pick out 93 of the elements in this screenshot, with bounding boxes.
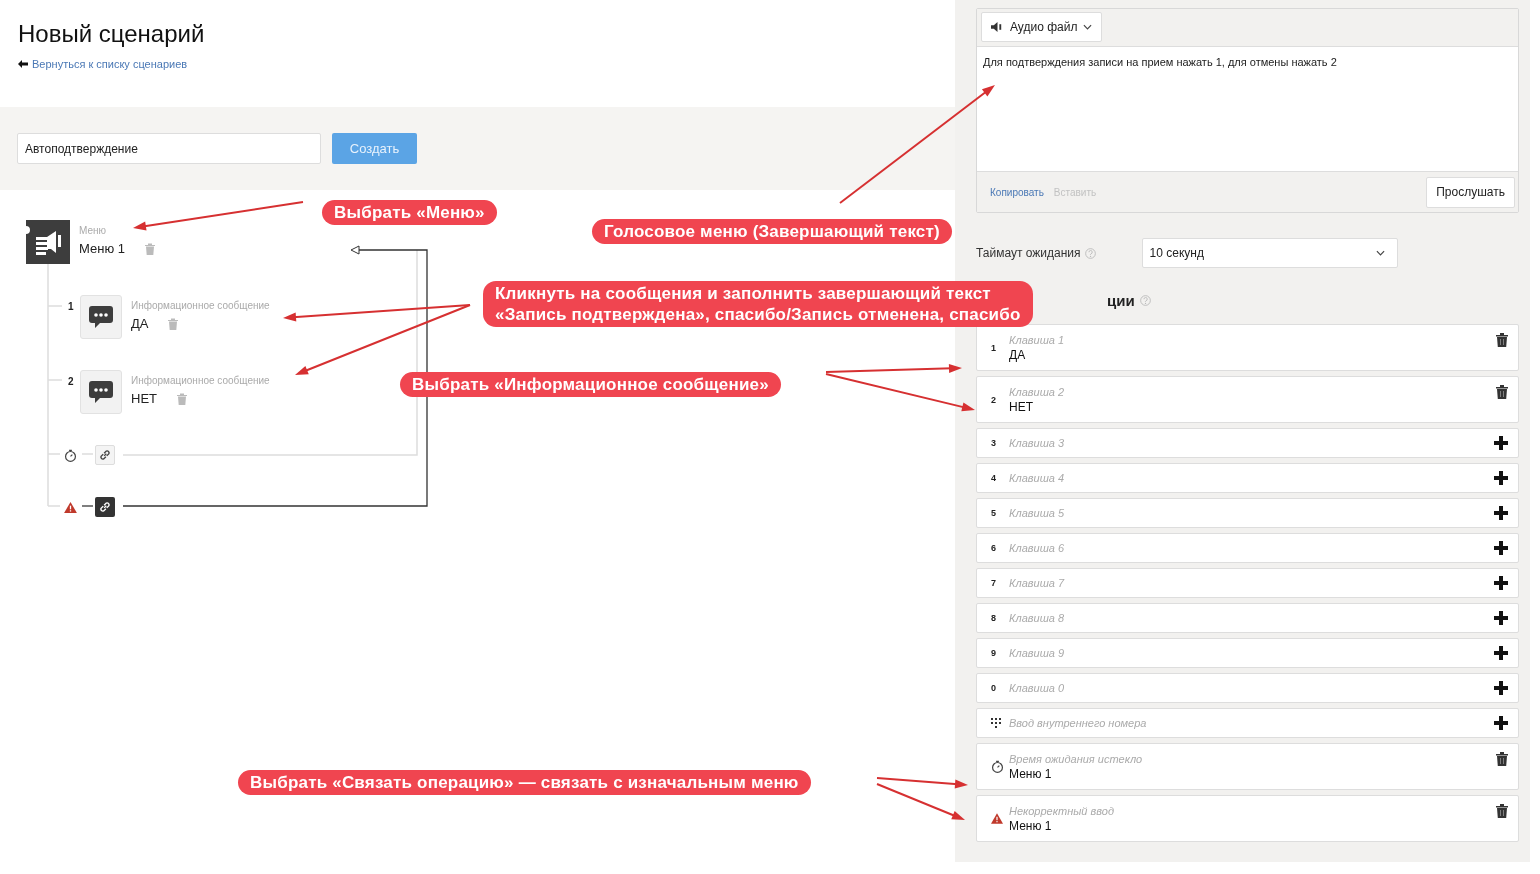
message-text-area[interactable]: Для подтверждения записи на прием нажать 1, для отмены нажать 2	[977, 47, 1518, 171]
key-label: Клавиша 9	[1009, 647, 1066, 659]
key-label: Некорректный ввод	[1009, 804, 1115, 817]
trash-icon[interactable]	[1496, 385, 1508, 399]
key-option-row[interactable]: 3 Клавиша 3	[976, 428, 1519, 458]
chevron-down-icon	[1083, 24, 1093, 30]
back-link[interactable]: Вернуться к списку сценариев	[32, 58, 188, 70]
annotation-callout: Выбрать «Меню»	[322, 200, 497, 225]
link-icon	[98, 500, 112, 514]
plus-icon[interactable]	[1494, 611, 1508, 625]
key-option-row[interactable]: Некорректный ввод Меню 1	[976, 795, 1519, 842]
annotation-callout: Выбрать «Связать операцию» — связать с изначальным меню	[238, 770, 811, 795]
warning-icon	[64, 501, 77, 513]
branch-number: 1	[67, 300, 75, 312]
stopwatch-icon	[64, 448, 77, 462]
key-label: Клавиша 4	[1009, 472, 1066, 484]
message-node[interactable]	[80, 295, 122, 339]
chat-bubble-icon	[88, 305, 114, 329]
trash-icon[interactable]	[1496, 804, 1508, 818]
link-button[interactable]	[95, 445, 115, 465]
plus-icon[interactable]	[1494, 471, 1508, 485]
key-number: 7	[991, 578, 996, 588]
keypad-icon	[991, 718, 1001, 728]
key-label: Клавиша 6	[1009, 542, 1066, 554]
key-option-row[interactable]: 8 Клавиша 8	[976, 603, 1519, 633]
scenario-name-field[interactable]: Автоподтверждение	[17, 133, 321, 164]
node-type-label: Информационное сообщение	[131, 375, 270, 386]
speaker-icon	[991, 21, 1004, 33]
key-option-row[interactable]: 6 Клавиша 6	[976, 533, 1519, 563]
plus-icon[interactable]	[1494, 506, 1508, 520]
key-label: Клавиша 2	[1009, 385, 1066, 398]
section-heading: ции	[1107, 291, 1135, 309]
branch-number: 2	[67, 375, 75, 387]
key-option-row[interactable]: Время ожидания истекло Меню 1	[976, 743, 1519, 790]
annotation-callout: Кликнуть на сообщения и заполнить завершающий текст «Запись подтверждена», спасибо/Запись отменена, спасибо	[483, 281, 1033, 327]
link-button[interactable]	[95, 497, 115, 517]
plus-icon[interactable]	[1494, 436, 1508, 450]
play-button[interactable]: Прослушать	[1426, 176, 1515, 208]
key-option-row[interactable]: 2 Клавиша 2 НЕТ	[976, 376, 1519, 423]
timeout-label: Таймаут ожидания	[976, 246, 1081, 260]
chat-bubble-icon	[88, 380, 114, 404]
warning-icon	[991, 813, 1003, 824]
key-option-row[interactable]: 0 Клавиша 0	[976, 673, 1519, 703]
menu-node-icon[interactable]	[26, 220, 70, 264]
key-number: 0	[991, 683, 996, 693]
key-label: Клавиша 1	[1009, 333, 1066, 346]
key-option-row[interactable]: 1 Клавиша 1 ДА	[976, 324, 1519, 371]
key-number: 5	[991, 508, 996, 518]
key-number: 8	[991, 613, 996, 623]
key-option-row[interactable]: 4 Клавиша 4	[976, 463, 1519, 493]
plus-icon[interactable]	[1494, 576, 1508, 590]
node-name: ДА	[131, 316, 149, 331]
source-dropdown[interactable]: Аудио файл	[981, 12, 1103, 42]
annotation-callout: Голосовое меню (Завершающий текст)	[592, 219, 952, 244]
plus-icon[interactable]	[1494, 681, 1508, 695]
key-target: Меню 1	[1009, 818, 1053, 833]
key-number: 2	[991, 394, 996, 405]
key-label: Ввод внутреннего номера	[1009, 717, 1148, 729]
key-label: Клавиша 0	[1009, 682, 1066, 694]
chevron-down-icon	[1375, 250, 1385, 256]
timeout-select[interactable]: 10 секунд	[1141, 238, 1398, 268]
node-type-label: Меню	[79, 225, 108, 236]
key-target: НЕТ	[1009, 399, 1034, 414]
key-target: Меню 1	[1009, 766, 1053, 781]
key-option-row[interactable]: 5 Клавиша 5	[976, 498, 1519, 528]
message-node[interactable]	[80, 370, 122, 414]
stopwatch-icon	[991, 760, 1004, 773]
page-title: Новый сценарий	[18, 20, 206, 48]
key-option-row[interactable]: 9 Клавиша 9	[976, 638, 1519, 668]
annotation-callout: Выбрать «Информационное сообщение»	[400, 372, 781, 397]
plus-icon[interactable]	[1494, 541, 1508, 555]
key-label: Клавиша 5	[1009, 507, 1066, 519]
key-option-row[interactable]: 7 Клавиша 7	[976, 568, 1519, 598]
key-label: Клавиша 8	[1009, 612, 1066, 624]
plus-icon[interactable]	[1494, 716, 1508, 730]
node-name: НЕТ	[131, 391, 157, 406]
key-label: Время ожидания истекло	[1009, 752, 1144, 765]
key-number: 6	[991, 543, 996, 553]
key-target: ДА	[1009, 347, 1027, 362]
editor-action-link[interactable]: Копировать	[990, 186, 1044, 198]
key-number: 9	[991, 648, 996, 658]
node-name: Меню 1	[79, 241, 125, 256]
key-label: Клавиша 7	[1009, 577, 1066, 589]
key-number: 1	[991, 342, 996, 353]
plus-icon[interactable]	[1494, 646, 1508, 660]
key-number: 3	[991, 438, 996, 448]
node-type-label: Информационное сообщение	[131, 300, 270, 311]
key-label: Клавиша 3	[1009, 437, 1066, 449]
trash-icon[interactable]	[1496, 752, 1508, 766]
trash-icon[interactable]	[1496, 333, 1508, 347]
back-arrow-icon[interactable]	[18, 60, 28, 68]
key-number: 4	[991, 473, 996, 483]
link-icon	[98, 448, 112, 462]
